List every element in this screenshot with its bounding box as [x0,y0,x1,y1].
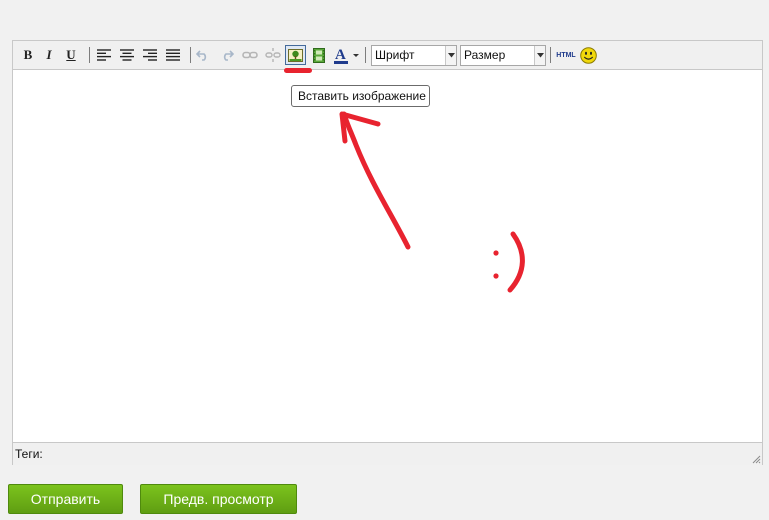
font-size-value: Размер [464,48,506,62]
redo-button[interactable] [218,46,236,64]
insert-image-tooltip: Вставить изображение [291,85,430,107]
align-right-button[interactable] [141,46,159,64]
font-family-select[interactable]: Шрифт [371,45,457,66]
align-left-icon [97,49,111,61]
align-center-button[interactable] [118,46,136,64]
toolbar-separator [89,47,90,63]
font-size-select[interactable]: Размер [460,45,546,66]
align-center-icon [120,49,134,61]
toolbar-separator [550,47,551,63]
insert-image-button[interactable] [285,45,306,65]
submit-button[interactable]: Отправить [8,484,123,514]
chevron-down-icon [445,46,456,65]
undo-button[interactable] [194,46,212,64]
bold-icon: B [23,47,33,62]
italic-icon: I [46,47,52,62]
editor-text-area[interactable] [13,70,762,442]
insert-video-icon [313,47,325,63]
unlink-icon [265,48,281,62]
align-left-button[interactable] [95,46,113,64]
toolbar-separator [365,47,366,63]
insert-smiley-button[interactable] [579,46,597,64]
align-right-icon [143,49,157,61]
text-color-icon: A [334,47,359,64]
editor-toolbar: B I U A Шрифт Размер HTML [13,41,762,70]
chevron-down-icon [534,46,545,65]
undo-icon [196,50,207,61]
preview-button[interactable]: Предв. просмотр [140,484,297,514]
resize-grip-icon[interactable] [751,454,761,464]
insert-video-button[interactable] [310,46,328,64]
underline-button[interactable]: U [62,46,80,64]
align-justify-button[interactable] [164,46,182,64]
bold-button[interactable]: B [19,46,37,64]
link-icon [242,51,258,59]
redo-icon [223,50,234,61]
html-icon: HTML [556,51,576,59]
html-mode-button[interactable]: HTML [554,46,578,64]
align-justify-icon [166,49,180,61]
font-family-value: Шрифт [375,48,415,62]
italic-button[interactable]: I [40,46,58,64]
remove-link-button[interactable] [264,46,282,64]
smiley-icon [579,46,597,64]
tags-bar: Теги: [13,442,762,465]
tags-label: Теги: [15,447,43,461]
svg-text:A: A [335,47,346,63]
insert-image-icon [288,48,303,62]
insert-link-button[interactable] [241,46,259,64]
annotation-underline [284,68,312,73]
underline-icon: U [66,47,76,62]
toolbar-separator [190,47,191,63]
text-color-button[interactable]: A [332,46,362,64]
